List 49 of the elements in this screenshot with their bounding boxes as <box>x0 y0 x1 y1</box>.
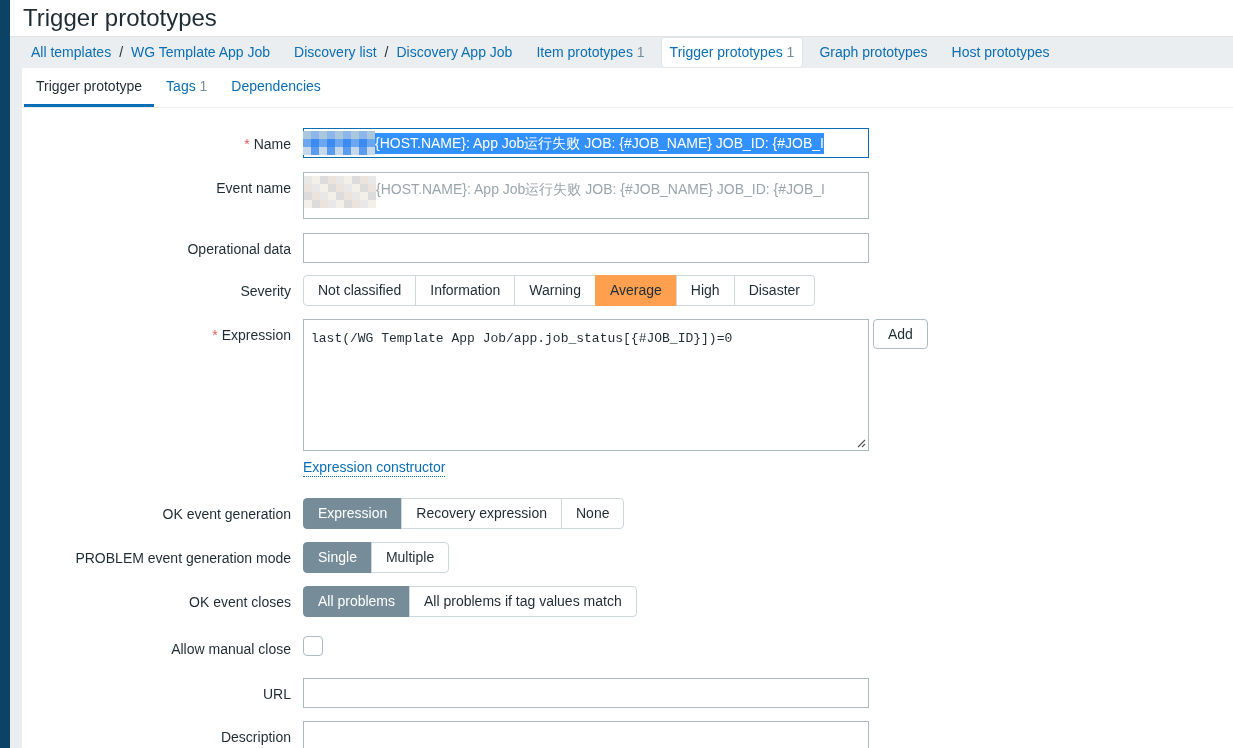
segment-option[interactable]: Recovery expression <box>401 498 562 529</box>
field-label: OK event generation <box>162 506 291 522</box>
field-label: Severity <box>240 283 291 299</box>
field-label: Allow manual close <box>171 641 291 657</box>
segment-option[interactable]: Disaster <box>733 275 815 306</box>
segment-option[interactable]: Information <box>415 275 516 306</box>
segment-option[interactable]: Single <box>303 542 372 573</box>
nav-tab[interactable]: Item prototypes 1 <box>528 38 653 67</box>
breadcrumb-separator: / <box>384 43 389 62</box>
required-mark: * <box>244 136 250 152</box>
field-label: Name <box>253 136 291 152</box>
segment-option[interactable]: Average <box>594 275 677 306</box>
breadcrumb-link[interactable]: WG Template App Job <box>131 42 271 63</box>
segment-option[interactable]: Expression <box>303 498 403 529</box>
input-field[interactable] <box>303 233 869 263</box>
segment-option[interactable]: Not classified <box>303 275 417 306</box>
field-label: URL <box>263 686 291 702</box>
checkbox[interactable] <box>303 636 323 656</box>
segment-option[interactable]: Warning <box>514 275 596 306</box>
input-field[interactable]: {HOST.NAME}: App Job运行失败 JOB: {#JOB_NAME} JOB_ID: {#JOB_I <box>303 128 869 158</box>
breadcrumb-separator: / <box>119 43 124 62</box>
form-tab[interactable]: Trigger prototype <box>24 68 155 107</box>
field-label: PROBLEM event generation mode <box>75 550 291 566</box>
add-button[interactable]: Add <box>873 319 928 349</box>
field-label: Operational data <box>187 241 291 257</box>
expression-constructor-link[interactable]: Expression constructor <box>303 458 446 477</box>
breadcrumb-link[interactable]: Discovery App Job <box>396 42 513 63</box>
segment-option[interactable]: High <box>675 275 735 306</box>
breadcrumb-link[interactable]: All templates <box>31 42 112 63</box>
nav-tab[interactable]: Trigger prototypes 1 <box>660 37 804 68</box>
required-mark: * <box>212 327 218 343</box>
segment-option[interactable]: All problems <box>303 586 411 617</box>
page-title: Trigger prototypes <box>23 3 217 33</box>
form-tab[interactable]: Tags 1 <box>154 68 220 107</box>
segment-option[interactable]: Multiple <box>370 542 450 573</box>
segment-option[interactable]: None <box>561 498 625 529</box>
resize-grip-icon[interactable] <box>856 438 866 448</box>
nav-tab[interactable]: Graph prototypes <box>811 38 936 67</box>
field-label: OK event closes <box>189 594 291 610</box>
field-label: Description <box>220 729 291 745</box>
nav-tab[interactable]: Host prototypes <box>943 38 1058 67</box>
field-label: Expression <box>221 327 291 343</box>
field-label: Event name <box>216 180 291 196</box>
input-field[interactable] <box>303 678 869 708</box>
form-tab[interactable]: Dependencies <box>219 68 333 107</box>
input-field[interactable] <box>303 721 869 748</box>
expression-field[interactable]: last(/WG Template App Job/app.job_status[{#JOB_ID}])=0 <box>303 319 869 451</box>
breadcrumb-link[interactable]: Discovery list <box>294 42 377 63</box>
segment-option[interactable]: All problems if tag values match <box>409 586 637 617</box>
